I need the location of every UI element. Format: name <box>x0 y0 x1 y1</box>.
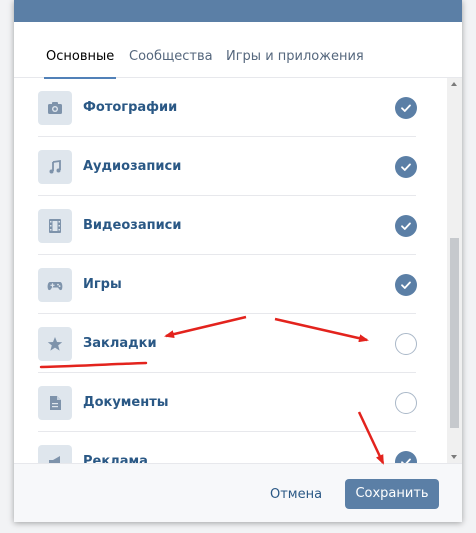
save-button[interactable]: Сохранить <box>345 479 439 509</box>
settings-dialog: Основные Сообщества Игры и приложения Фо… <box>14 0 462 522</box>
list-item-documents[interactable]: Документы <box>38 373 417 432</box>
toggle-check[interactable] <box>395 97 417 119</box>
list-item-photos[interactable]: Фотографии <box>38 78 417 137</box>
film-icon <box>38 209 72 243</box>
list-item-ads[interactable]: Реклама <box>38 432 417 463</box>
item-label: Фотографии <box>83 100 178 115</box>
megaphone-icon <box>38 445 72 463</box>
tab-communities[interactable]: Сообщества <box>129 22 213 78</box>
item-label: Документы <box>83 395 169 410</box>
item-label: Реклама <box>83 454 148 463</box>
toggle-check[interactable] <box>395 392 417 414</box>
dialog-footer: Отмена Сохранить <box>14 463 462 522</box>
document-icon <box>38 386 72 420</box>
tab-games-apps[interactable]: Игры и приложения <box>226 22 364 78</box>
section-list: Фотографии Аудиозаписи Видеозаписи Игры … <box>14 78 462 463</box>
vertical-scrollbar[interactable] <box>447 78 462 463</box>
toggle-check[interactable] <box>395 333 417 355</box>
scroll-down-icon[interactable] <box>451 455 457 459</box>
list-item-video[interactable]: Видеозаписи <box>38 196 417 255</box>
gamepad-icon <box>38 268 72 302</box>
list-item-games[interactable]: Игры <box>38 255 417 314</box>
music-note-icon <box>38 150 72 184</box>
item-label: Аудиозаписи <box>83 159 182 174</box>
scroll-up-icon[interactable] <box>451 82 457 86</box>
toggle-check[interactable] <box>395 215 417 237</box>
item-label: Игры <box>83 277 122 292</box>
toggle-check[interactable] <box>395 451 417 463</box>
list-item-bookmarks[interactable]: Закладки <box>38 314 417 373</box>
tab-bar: Основные Сообщества Игры и приложения <box>14 22 462 79</box>
toggle-check[interactable] <box>395 274 417 296</box>
cancel-button[interactable]: Отмена <box>254 480 338 510</box>
dialog-header-bar <box>14 0 462 22</box>
item-label: Закладки <box>83 336 157 351</box>
list-item-audio[interactable]: Аудиозаписи <box>38 137 417 196</box>
toggle-check[interactable] <box>395 156 417 178</box>
item-label: Видеозаписи <box>83 218 182 233</box>
camera-icon <box>38 91 72 125</box>
scroll-thumb[interactable] <box>450 238 459 428</box>
page-background: Основные Сообщества Игры и приложения Фо… <box>0 0 476 533</box>
star-icon <box>38 327 72 361</box>
tab-main[interactable]: Основные <box>43 22 117 79</box>
